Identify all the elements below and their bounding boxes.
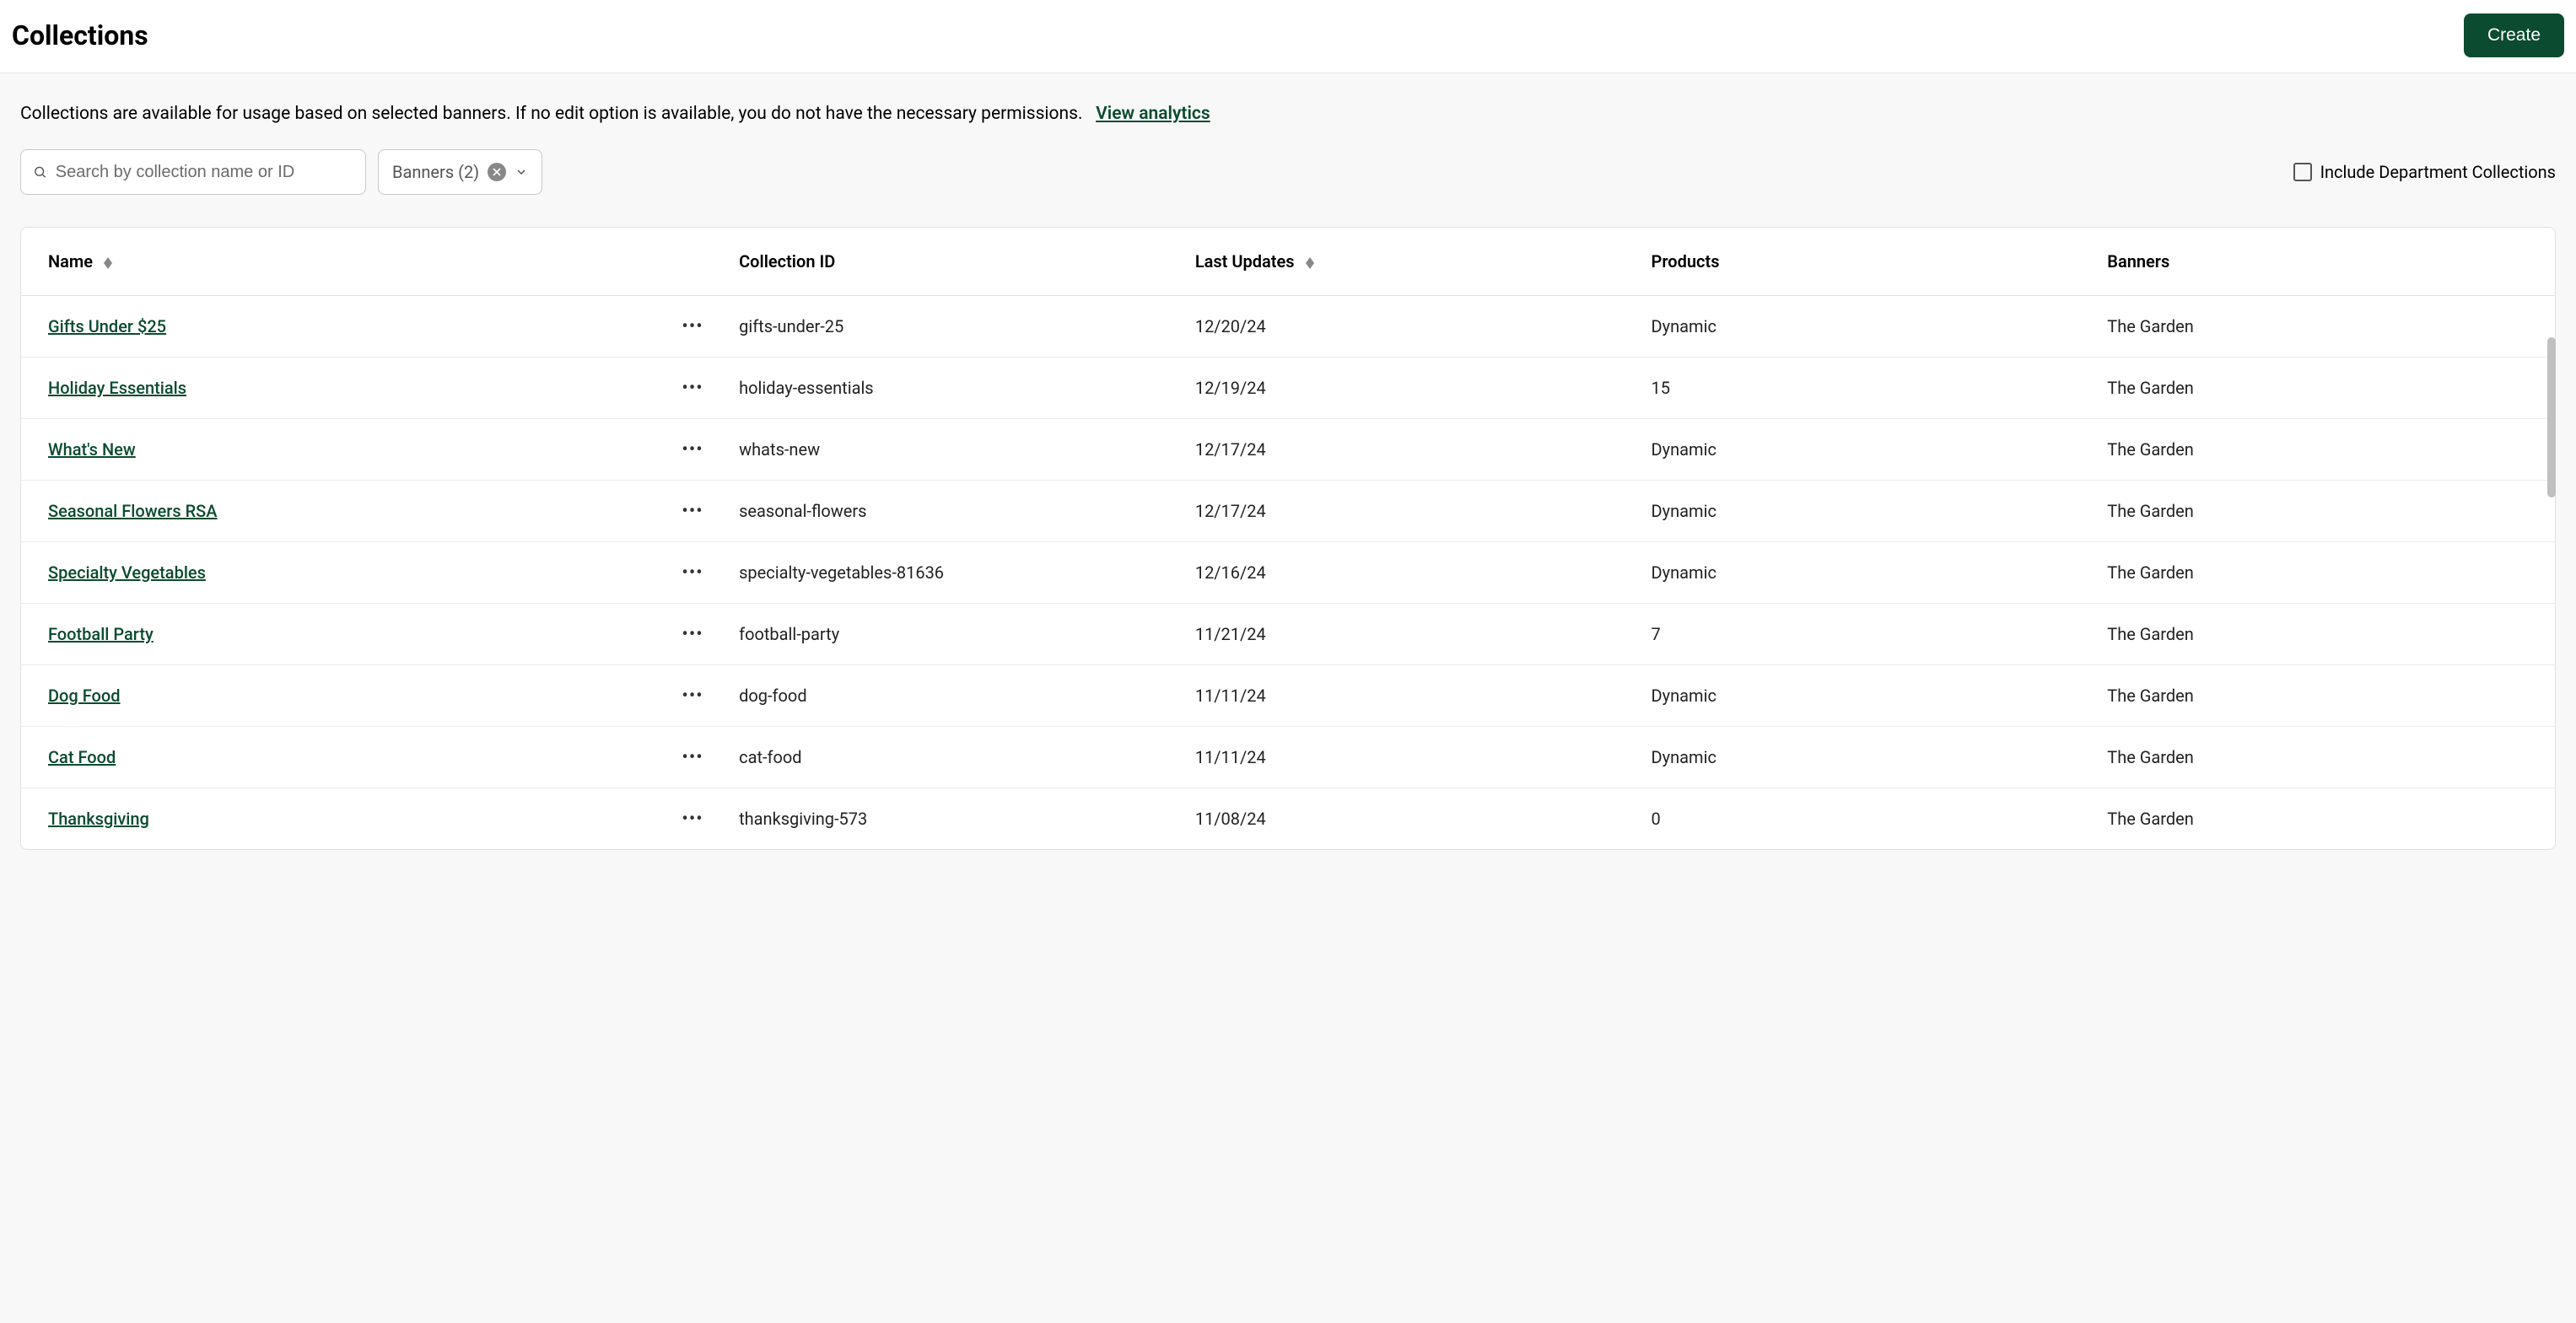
banners-value: The Garden xyxy=(2099,665,2555,727)
collection-link[interactable]: Football Party xyxy=(48,624,154,644)
collection-link[interactable]: Gifts Under $25 xyxy=(48,316,166,336)
row-actions-button[interactable]: ••• xyxy=(655,604,730,665)
collection-link[interactable]: Seasonal Flowers RSA xyxy=(48,501,218,521)
table-row: Specialty Vegetables •••specialty-vegetab… xyxy=(21,542,2555,604)
products-value: Dynamic xyxy=(1643,419,2099,481)
products-value: Dynamic xyxy=(1643,542,2099,604)
create-button[interactable]: Create xyxy=(2464,13,2564,57)
column-header-collection-id[interactable]: Collection ID xyxy=(730,228,1187,296)
table-row: Cat Food •••cat-food11/11/24DynamicThe Ga… xyxy=(21,727,2555,788)
collection-link[interactable]: Thanksgiving xyxy=(48,809,149,829)
last-updated: 11/11/24 xyxy=(1187,727,1643,788)
search-icon xyxy=(33,164,47,180)
banners-filter[interactable]: Banners (2) xyxy=(378,149,542,195)
collection-id: cat-food xyxy=(730,727,1187,788)
collection-link[interactable]: What's New xyxy=(48,439,136,460)
banners-value: The Garden xyxy=(2099,358,2555,419)
products-value: 15 xyxy=(1643,358,2099,419)
row-actions-button[interactable]: ••• xyxy=(655,481,730,542)
products-value: 0 xyxy=(1643,788,2099,850)
row-actions-button[interactable]: ••• xyxy=(655,542,730,604)
banners-value: The Garden xyxy=(2099,419,2555,481)
products-value: Dynamic xyxy=(1643,296,2099,358)
column-header-banners[interactable]: Banners xyxy=(2099,228,2555,296)
collection-id: thanksgiving-573 xyxy=(730,788,1187,850)
table-row: Holiday Essentials•••holiday-essentials1… xyxy=(21,358,2555,419)
last-updated: 12/17/24 xyxy=(1187,481,1643,542)
clear-filter-icon[interactable] xyxy=(488,163,506,181)
collection-id: dog-food xyxy=(730,665,1187,727)
last-updated: 12/19/24 xyxy=(1187,358,1643,419)
sort-icon xyxy=(104,257,112,269)
column-header-name[interactable]: Name xyxy=(21,228,655,296)
banners-value: The Garden xyxy=(2099,604,2555,665)
collection-id: football-party xyxy=(730,604,1187,665)
row-actions-button[interactable]: ••• xyxy=(655,358,730,419)
page-title: Collections xyxy=(12,19,148,51)
products-value: 7 xyxy=(1643,604,2099,665)
banners-filter-label: Banners (2) xyxy=(392,162,479,182)
last-updated: 12/20/24 xyxy=(1187,296,1643,358)
last-updated: 11/11/24 xyxy=(1187,665,1643,727)
banners-value: The Garden xyxy=(2099,542,2555,604)
column-header-last-updates[interactable]: Last Updates xyxy=(1187,228,1643,296)
products-value: Dynamic xyxy=(1643,665,2099,727)
last-updated: 11/08/24 xyxy=(1187,788,1643,850)
table-row: What's New •••whats-new12/17/24DynamicThe… xyxy=(21,419,2555,481)
collection-link[interactable]: Holiday Essentials xyxy=(48,378,186,398)
collection-id: holiday-essentials xyxy=(730,358,1187,419)
search-input[interactable] xyxy=(56,163,353,182)
banners-value: The Garden xyxy=(2099,788,2555,850)
checkbox-icon xyxy=(2293,163,2312,181)
last-updated: 12/17/24 xyxy=(1187,419,1643,481)
collection-id: seasonal-flowers xyxy=(730,481,1187,542)
collection-link[interactable]: Cat Food xyxy=(48,747,116,767)
collections-table: Name Collection ID Last Updates xyxy=(20,227,2556,850)
chevron-down-icon xyxy=(515,165,528,179)
search-box[interactable] xyxy=(20,149,366,195)
row-actions-button[interactable]: ••• xyxy=(655,665,730,727)
banners-value: The Garden xyxy=(2099,727,2555,788)
info-message: Collections are available for usage base… xyxy=(20,104,1082,124)
table-row: Gifts Under $25 •••gifts-under-2512/20/24… xyxy=(21,296,2555,358)
table-row: Dog Food •••dog-food11/11/24DynamicThe Ga… xyxy=(21,665,2555,727)
last-updated: 12/16/24 xyxy=(1187,542,1643,604)
sort-icon xyxy=(1306,257,1314,269)
collection-id: specialty-vegetables-81636 xyxy=(730,542,1187,604)
row-actions-button[interactable]: ••• xyxy=(655,419,730,481)
banners-value: The Garden xyxy=(2099,296,2555,358)
row-actions-button[interactable]: ••• xyxy=(655,296,730,358)
scrollbar[interactable] xyxy=(2547,337,2556,497)
info-text: Collections are available for usage base… xyxy=(20,104,2556,124)
view-analytics-link[interactable]: View analytics xyxy=(1096,104,1210,124)
collection-id: gifts-under-25 xyxy=(730,296,1187,358)
products-value: Dynamic xyxy=(1643,727,2099,788)
collection-id: whats-new xyxy=(730,419,1187,481)
table-row: Seasonal Flowers RSA •••seasonal-flowers1… xyxy=(21,481,2555,542)
collection-link[interactable]: Dog Food xyxy=(48,686,121,706)
include-department-label: Include Department Collections xyxy=(2320,162,2556,182)
include-department-checkbox[interactable]: Include Department Collections xyxy=(2293,162,2556,182)
row-actions-button[interactable]: ••• xyxy=(655,727,730,788)
table-row: Football Party •••football-party11/21/247… xyxy=(21,604,2555,665)
table-row: Thanksgiving •••thanksgiving-57311/08/240… xyxy=(21,788,2555,850)
banners-value: The Garden xyxy=(2099,481,2555,542)
collection-link[interactable]: Specialty Vegetables xyxy=(48,562,206,583)
products-value: Dynamic xyxy=(1643,481,2099,542)
row-actions-button[interactable]: ••• xyxy=(655,788,730,850)
last-updated: 11/21/24 xyxy=(1187,604,1643,665)
column-header-products[interactable]: Products xyxy=(1643,228,2099,296)
